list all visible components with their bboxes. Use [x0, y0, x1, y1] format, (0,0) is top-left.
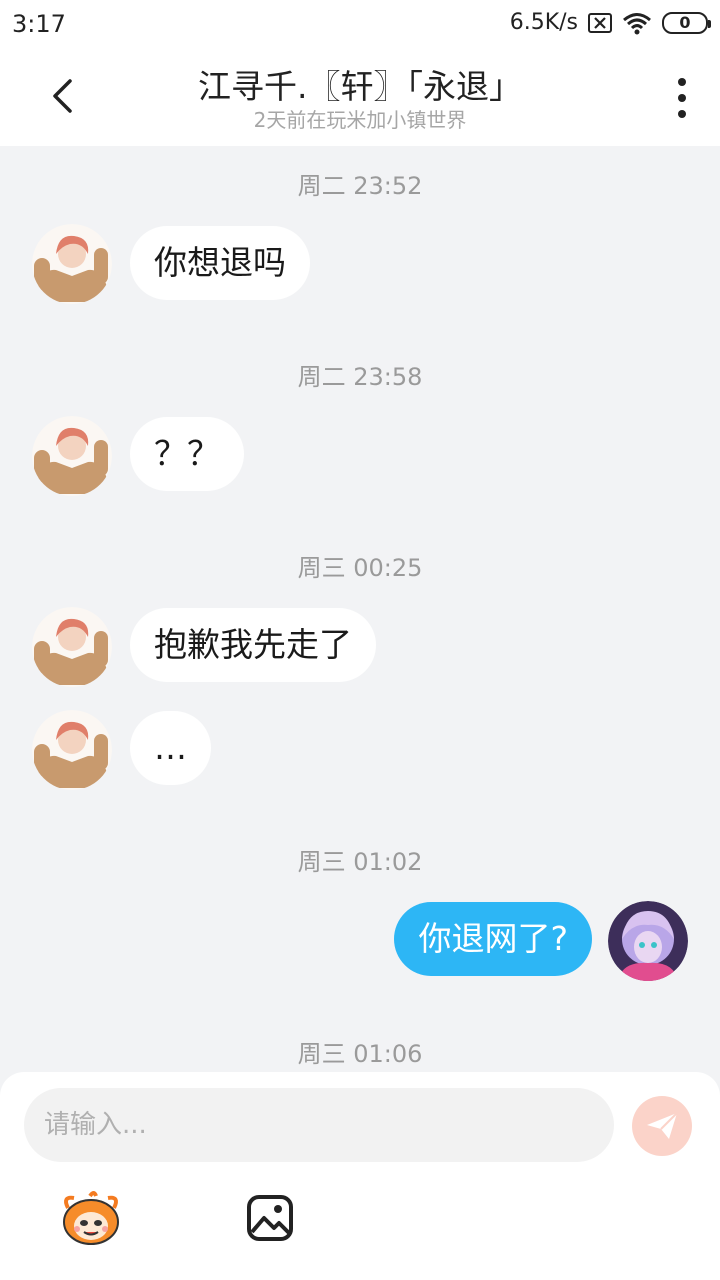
contact-avatar[interactable]	[32, 710, 112, 790]
mascot-emoji-icon	[63, 1191, 119, 1245]
wifi-icon	[623, 12, 651, 34]
send-button[interactable]	[632, 1096, 692, 1156]
contact-name: 江寻千.〖轩〗「永退」	[198, 67, 522, 106]
image-icon	[247, 1195, 293, 1241]
message-timestamp: 周二 23:52	[297, 172, 423, 200]
message-bubble[interactable]: ？？	[130, 417, 244, 491]
contact-status: 2天前在玩米加小镇世界	[253, 108, 467, 132]
status-icons: 6.5K/s 0	[509, 10, 711, 35]
status-bar: 3:17 6.5K/s 0	[0, 0, 720, 52]
image-button[interactable]	[246, 1194, 294, 1242]
emoji-button[interactable]	[60, 1190, 122, 1246]
message-timestamp: 周二 23:58	[297, 363, 423, 391]
message-bubble[interactable]: 你想退吗	[130, 226, 310, 300]
more-vertical-icon	[678, 78, 686, 86]
chat-header: 江寻千.〖轩〗「永退」 2天前在玩米加小镇世界	[0, 52, 720, 146]
status-time: 3:17	[12, 10, 66, 38]
sim-blocked-icon	[588, 12, 612, 33]
message-composer: 请输入...	[0, 1072, 720, 1280]
contact-avatar[interactable]	[32, 607, 112, 687]
contact-avatar[interactable]	[32, 416, 112, 496]
message-list[interactable]: 周二 23:52 你想退吗 周二 23:58 ？？ 周三 00:25 抱歉我先走…	[0, 146, 720, 1076]
message-timestamp: 周三 00:25	[297, 554, 423, 582]
message-bubble[interactable]: 抱歉我先走了	[130, 608, 376, 682]
send-icon	[647, 1112, 678, 1139]
my-avatar[interactable]	[608, 901, 688, 981]
message-bubble[interactable]: …	[130, 711, 211, 785]
battery-icon: 0	[662, 11, 711, 34]
my-message-bubble[interactable]: 你退网了?	[394, 902, 592, 976]
message-timestamp: 周三 01:02	[297, 848, 423, 876]
network-speed: 6.5K/s	[509, 10, 578, 35]
more-options-button[interactable]	[670, 78, 694, 118]
message-input[interactable]: 请输入...	[24, 1088, 614, 1162]
contact-avatar[interactable]	[32, 224, 112, 304]
message-timestamp: 周三 01:06	[297, 1040, 423, 1068]
